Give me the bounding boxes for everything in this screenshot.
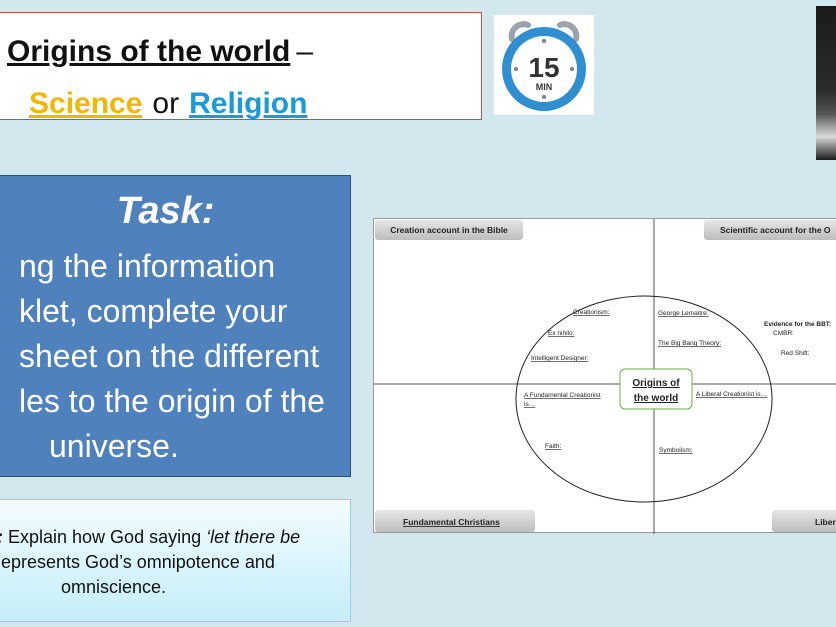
extension-text-1: Explain how God saying bbox=[3, 527, 207, 547]
title-line-1: Origins of the world – bbox=[7, 35, 313, 69]
title-box: Origins of the world – Science or Religion bbox=[0, 12, 482, 120]
extension-line-1: : Explain how God saying ‘let there be bbox=[0, 527, 300, 548]
tab-scientific-label: Scientific account for the O bbox=[720, 225, 831, 235]
task-line-4: les to the origin of the bbox=[19, 383, 325, 419]
extension-line-2: epresents God’s omnipotence and bbox=[1, 552, 275, 572]
title-line-2: Science or Religion bbox=[29, 87, 307, 121]
label-fundamental-creationist-2: is… bbox=[524, 401, 535, 408]
timer-icon: 15 MIN bbox=[494, 15, 594, 115]
task-heading: Task: bbox=[116, 190, 215, 232]
science-link[interactable]: Science bbox=[29, 87, 142, 120]
extension-box: : Explain how God saying ‘let there be e… bbox=[0, 499, 351, 622]
center-line-1: Origins of bbox=[632, 378, 680, 389]
label-cmbr: CMBR: bbox=[773, 330, 794, 337]
tab-fundamental-label: Fundamental Christians bbox=[403, 517, 500, 527]
title-dash: – bbox=[296, 35, 314, 68]
religion-link[interactable]: Religion bbox=[189, 87, 307, 120]
title-main: Origins of the world bbox=[7, 35, 291, 68]
title-or: or bbox=[152, 87, 180, 120]
label-ex-nihilo: Ex nihilo: bbox=[548, 330, 575, 337]
task-line-1: ng the information bbox=[19, 248, 276, 284]
label-liberal-creationist: A Liberal Creationist is… bbox=[696, 391, 767, 398]
timer-number: 15 bbox=[528, 52, 559, 83]
task-line-3: sheet on the different bbox=[19, 338, 320, 374]
tab-creation-bible-label: Creation account in the Bible bbox=[390, 225, 508, 235]
label-faith: Faith: bbox=[545, 443, 561, 450]
task-box: Task: ng the information klet, complete … bbox=[0, 175, 351, 477]
tab-liberal-label: Liber bbox=[815, 517, 836, 527]
task-line-5: universe. bbox=[49, 428, 179, 464]
center-line-2: the world bbox=[634, 393, 678, 404]
label-big-bang: The Big Bang Theory: bbox=[658, 340, 721, 347]
label-evidence: Evidence for the BBT: bbox=[764, 321, 831, 328]
label-red-shift: Red Shift: bbox=[781, 350, 810, 357]
label-creationism: Creationism: bbox=[573, 309, 610, 316]
worksheet-diagram: Creation account in the Bible Scientific… bbox=[373, 218, 836, 534]
extension-quote: ‘let there be bbox=[206, 527, 301, 547]
moon-photo bbox=[816, 6, 836, 160]
label-symbolism: Symbolism: bbox=[659, 447, 693, 454]
task-line-2: klet, complete your bbox=[19, 293, 288, 329]
label-fundamental-creationist: A Fundamental Creationist bbox=[524, 392, 601, 399]
timer-unit: MIN bbox=[536, 82, 553, 92]
label-intelligent-designer: Intelligent Designer: bbox=[531, 355, 589, 362]
label-george-lemaitre: George Lemaitre: bbox=[658, 310, 709, 317]
extension-line-3: omniscience. bbox=[61, 577, 167, 597]
